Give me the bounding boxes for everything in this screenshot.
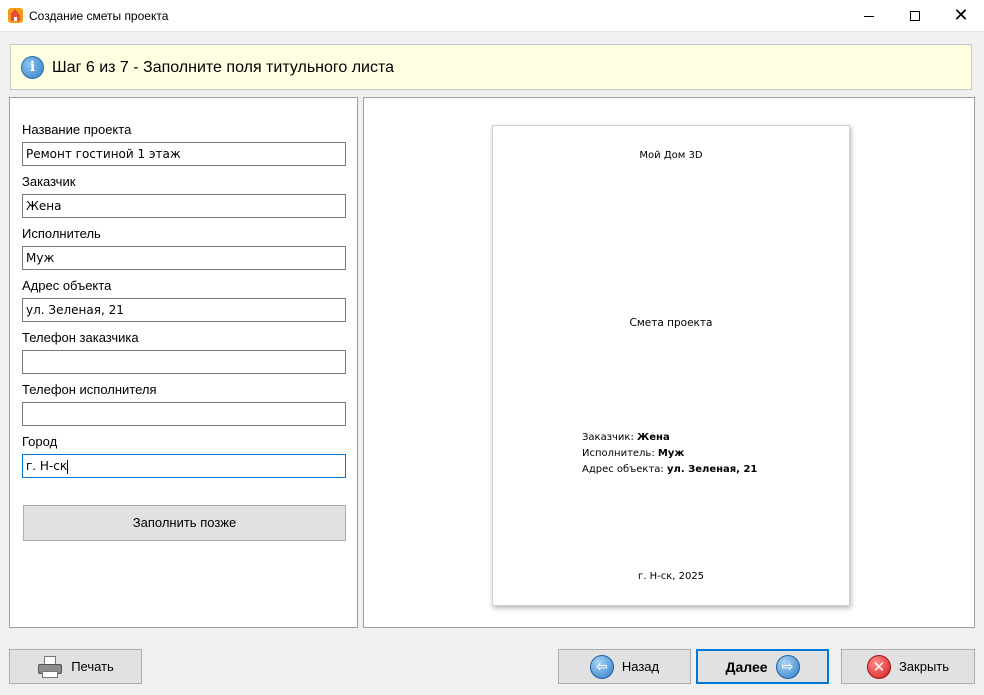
text-caret [67,459,69,474]
project-name-input[interactable]: Ремонт гостиной 1 этаж [22,142,346,166]
preview-footer: г. Н-ск, 2025 [637,571,705,582]
preview-customer-label: Заказчик: [582,432,634,443]
contractor-label: Исполнитель [22,226,101,241]
preview-info-block: Заказчик: Жена Исполнитель: Муж Адрес об… [582,430,757,478]
address-label: Адрес объекта [22,278,112,293]
form-panel: Название проекта Ремонт гостиной 1 этаж … [9,97,358,628]
preview-panel: Мой Дом 3D Смета проекта Заказчик: Жена … [363,97,975,628]
preview-address-value: ул. Зеленая, 21 [666,464,758,475]
window-close-button[interactable]: ✕ [938,0,984,32]
preview-contractor-line: Исполнитель: Муж [582,446,757,462]
back-button-label: Назад [621,659,660,674]
close-x-icon: ✕ [866,654,891,679]
step-text: Шаг 6 из 7 - Заполните поля титульного л… [52,59,395,76]
minimize-icon [864,15,874,17]
print-button-label: Печать [71,659,114,674]
customer-input[interactable]: Жена [22,194,346,218]
contractor-phone-label: Телефон исполнителя [22,382,157,397]
back-button[interactable]: ⇦ Назад [558,649,691,684]
preview-company: Мой Дом 3D [639,150,703,161]
project-name-label: Название проекта [22,122,132,137]
window-title: Создание сметы проекта [29,9,169,23]
customer-label: Заказчик [22,174,76,189]
app-logo-icon [8,8,23,23]
close-icon: ✕ [953,5,969,26]
preview-contractor-value: Муж [657,448,685,459]
city-input[interactable]: г. Н-ск [22,454,346,478]
close-button[interactable]: ✕ Закрыть [841,649,975,684]
close-button-label: Закрыть [898,659,950,674]
preview-contractor-label: Исполнитель: [582,448,655,459]
preview-title: Смета проекта [629,317,713,329]
arrow-left-icon: ⇦ [589,654,614,679]
info-icon: i [21,56,44,79]
minimize-button[interactable] [846,0,892,32]
title-bar: Создание сметы проекта ✕ [0,0,984,32]
arrow-right-icon: ⇨ [775,654,800,679]
contractor-input[interactable]: Муж [22,246,346,270]
preview-customer-line: Заказчик: Жена [582,430,757,446]
fill-later-button[interactable]: Заполнить позже [23,505,346,541]
maximize-button[interactable] [892,0,938,32]
preview-address-line: Адрес объекта: ул. Зеленая, 21 [582,462,757,478]
maximize-icon [910,11,920,21]
customer-phone-input[interactable] [22,350,346,374]
next-button[interactable]: Далее ⇨ [696,649,829,684]
title-page-preview: Мой Дом 3D Смета проекта Заказчик: Жена … [492,125,850,606]
preview-address-label: Адрес объекта: [582,464,664,475]
contractor-phone-input[interactable] [22,402,346,426]
city-input-value: г. Н-ск [26,459,68,473]
customer-phone-label: Телефон заказчика [22,330,139,345]
address-input[interactable]: ул. Зеленая, 21 [22,298,346,322]
step-banner: i Шаг 6 из 7 - Заполните поля титульного… [10,44,972,90]
city-label: Город [22,434,58,449]
printer-icon [37,655,63,679]
preview-customer-value: Жена [637,432,670,443]
next-button-label: Далее [725,658,768,675]
print-button[interactable]: Печать [9,649,142,684]
